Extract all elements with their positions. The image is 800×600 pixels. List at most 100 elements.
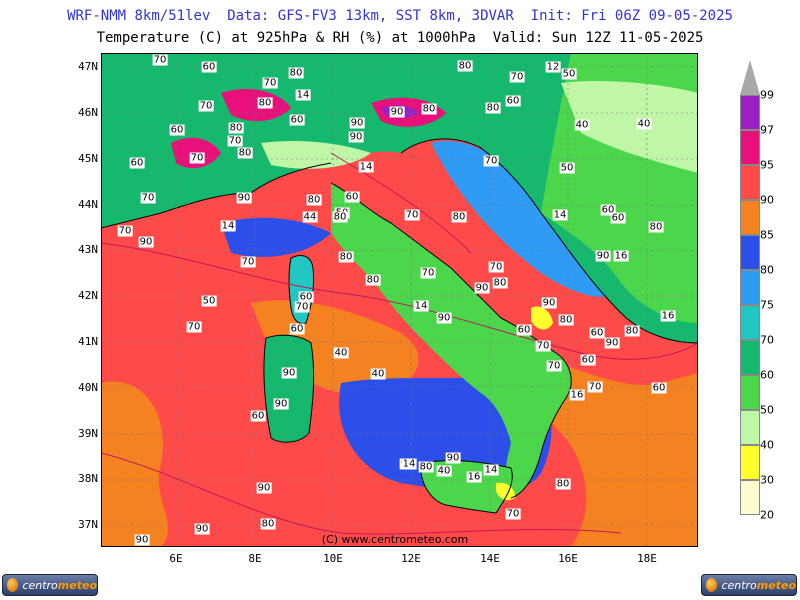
contour-label: 90 bbox=[348, 131, 364, 143]
contour-label: 90 bbox=[445, 452, 461, 464]
contour-label: 70 bbox=[587, 381, 603, 393]
lon-label: 12E bbox=[401, 552, 421, 565]
scale-label: 75 bbox=[760, 298, 774, 312]
contour-label: 60 bbox=[129, 157, 145, 169]
contour-label: 80 bbox=[228, 122, 244, 134]
contour-label: 60 bbox=[250, 410, 266, 422]
contour-label: 80 bbox=[338, 251, 354, 263]
contour-label: 60 bbox=[344, 191, 360, 203]
contour-label: 80 bbox=[648, 221, 664, 233]
contour-label: 80 bbox=[492, 277, 508, 289]
contour-label: 60 bbox=[651, 382, 667, 394]
contour-label: 60 bbox=[589, 327, 605, 339]
contour-label: 70 bbox=[189, 152, 205, 164]
scale-label: 80 bbox=[760, 263, 774, 277]
contour-label: 80 bbox=[555, 478, 571, 490]
contour-label: 16 bbox=[569, 389, 585, 401]
contour-label: 70 bbox=[117, 225, 133, 237]
contour-label: 70 bbox=[140, 192, 156, 204]
scale-label: 90 bbox=[760, 193, 774, 207]
map-svg bbox=[101, 53, 698, 547]
contour-label: 60 bbox=[580, 354, 596, 366]
contour-label: 70 bbox=[420, 267, 436, 279]
scale-arrow bbox=[740, 60, 760, 95]
contour-label: 70 bbox=[262, 77, 278, 89]
scale-swatch bbox=[740, 445, 760, 480]
contour-label: 70 bbox=[198, 100, 214, 112]
lon-label: 8E bbox=[248, 552, 262, 565]
contour-label: 90 bbox=[604, 337, 620, 349]
contour-label: 14 bbox=[220, 220, 236, 232]
scale-swatch bbox=[740, 305, 760, 340]
contour-label: 40 bbox=[574, 119, 590, 131]
scale-label: 99 bbox=[760, 88, 774, 102]
contour-label: 40 bbox=[436, 465, 452, 477]
contour-label: 80 bbox=[260, 518, 276, 530]
contour-label: 60 bbox=[169, 124, 185, 136]
scale-swatch bbox=[740, 480, 760, 515]
scale-swatch bbox=[740, 235, 760, 270]
lat-label: 46N bbox=[78, 106, 98, 119]
scale-label: 20 bbox=[760, 508, 774, 522]
copyright-credit: (C) www.centrometeo.com bbox=[321, 533, 469, 546]
contour-label: 14 bbox=[413, 300, 429, 312]
contour-label: 14 bbox=[358, 161, 374, 173]
contour-label: 60 bbox=[201, 61, 217, 73]
logo-globe-icon bbox=[7, 578, 19, 592]
contour-label: 80 bbox=[237, 147, 253, 159]
brand-logo-left[interactable]: centrometeo bbox=[2, 574, 98, 596]
contour-label: 80 bbox=[306, 194, 322, 206]
lat-label: 38N bbox=[78, 472, 98, 485]
contour-label: 80 bbox=[288, 67, 304, 79]
contour-label: 80 bbox=[365, 274, 381, 286]
logo-text-b: meteo bbox=[57, 578, 97, 592]
contour-label: 12 bbox=[545, 61, 561, 73]
contour-label: 70 bbox=[483, 155, 499, 167]
lat-label: 44N bbox=[78, 198, 98, 211]
contour-label: 14 bbox=[295, 89, 311, 101]
contour-label: 80 bbox=[485, 102, 501, 114]
contour-label: 60 bbox=[516, 324, 532, 336]
contour-label: 80 bbox=[418, 461, 434, 473]
contour-label: 14 bbox=[483, 464, 499, 476]
scale-swatch bbox=[740, 375, 760, 410]
logo-text-a: centro bbox=[721, 578, 757, 592]
scale-swatch bbox=[740, 200, 760, 235]
contour-label: 90 bbox=[595, 250, 611, 262]
contour-label: 90 bbox=[349, 117, 365, 129]
logo-text-b: meteo bbox=[756, 578, 796, 592]
contour-label: 80 bbox=[421, 103, 437, 115]
contour-label: 16 bbox=[466, 471, 482, 483]
contour-label: 60 bbox=[610, 212, 626, 224]
contour-label: 60 bbox=[289, 323, 305, 335]
contour-label: 70 bbox=[546, 360, 562, 372]
contour-label: 90 bbox=[236, 192, 252, 204]
contour-label: 90 bbox=[541, 297, 557, 309]
contour-label: 70 bbox=[152, 54, 168, 66]
contour-label: 90 bbox=[436, 312, 452, 324]
contour-label: 90 bbox=[134, 534, 150, 546]
lat-label: 47N bbox=[78, 60, 98, 73]
contour-label: 70 bbox=[505, 508, 521, 520]
contour-label: 70 bbox=[404, 209, 420, 221]
scale-label: 40 bbox=[760, 438, 774, 452]
contour-label: 90 bbox=[256, 482, 272, 494]
scale-swatch bbox=[740, 165, 760, 200]
brand-logo-right[interactable]: centrometeo bbox=[701, 574, 797, 596]
contour-label: 90 bbox=[138, 236, 154, 248]
contour-label: 14 bbox=[401, 458, 417, 470]
contour-label: 70 bbox=[509, 71, 525, 83]
logo-text-a: centro bbox=[22, 578, 58, 592]
lat-label: 39N bbox=[78, 427, 98, 440]
lat-label: 41N bbox=[78, 335, 98, 348]
scale-label: 95 bbox=[760, 158, 774, 172]
contour-label: 80 bbox=[451, 211, 467, 223]
contour-label: 90 bbox=[273, 398, 289, 410]
contour-label: 60 bbox=[505, 95, 521, 107]
scale-label: 70 bbox=[760, 333, 774, 347]
title-line-model-info: WRF-NMM 8km/51lev Data: GFS-FV3 13km, SS… bbox=[67, 8, 733, 24]
scale-swatch bbox=[740, 270, 760, 305]
contour-label: 90 bbox=[389, 106, 405, 118]
title-line-field-valid: Temperature (C) at 925hPa & RH (%) at 10… bbox=[96, 30, 704, 46]
lon-label: 14E bbox=[480, 552, 500, 565]
